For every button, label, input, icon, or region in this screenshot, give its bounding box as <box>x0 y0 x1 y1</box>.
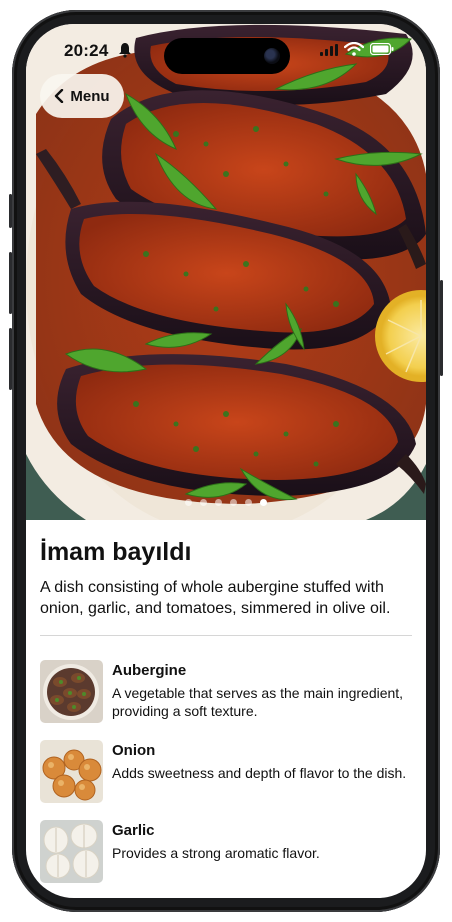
ingredient-item-onion[interactable]: Onion Adds sweetness and depth of flavor… <box>40 740 412 820</box>
carousel-dot[interactable] <box>260 499 267 506</box>
ingredient-description: Provides a strong aromatic flavor. <box>112 845 320 861</box>
volume-up-button <box>9 252 12 314</box>
ingredient-name: Onion <box>112 742 156 759</box>
carousel-page-indicator[interactable] <box>26 499 426 506</box>
ingredient-item-garlic[interactable]: Garlic Provides a strong aromatic flavor… <box>40 820 412 898</box>
back-to-menu-button[interactable]: Menu <box>40 74 124 118</box>
dish-details: İmam bayıldı A dish consisting of whole … <box>40 520 412 898</box>
volume-down-button <box>9 328 12 390</box>
aubergine-thumbnail <box>40 660 103 723</box>
ingredient-list: Aubergine A vegetable that serves as the… <box>40 660 412 898</box>
battery-icon <box>370 43 394 55</box>
ingredient-name: Garlic <box>112 822 155 839</box>
action-button <box>9 194 12 228</box>
wifi-icon <box>344 42 364 56</box>
ingredient-name: Aubergine <box>112 662 187 679</box>
screen: 20:24 Menu İmam bayıldı A dish consistin… <box>26 24 426 898</box>
carousel-dot[interactable] <box>200 499 207 506</box>
ingredient-item-aubergine[interactable]: Aubergine A vegetable that serves as the… <box>40 660 412 740</box>
ingredient-description: A vegetable that serves as the main ingr… <box>112 685 404 719</box>
status-time: 20:24 <box>64 41 109 60</box>
carousel-dot[interactable] <box>185 499 192 506</box>
carousel-dot[interactable] <box>245 499 252 506</box>
dish-photo[interactable]: 20:24 Menu <box>26 24 426 520</box>
silent-bell-icon <box>119 43 131 58</box>
dish-title: İmam bayıldı <box>40 538 192 566</box>
chevron-left-icon <box>55 89 64 103</box>
carousel-dot[interactable] <box>215 499 222 506</box>
cellular-signal-icon <box>320 44 338 56</box>
divider <box>40 635 412 636</box>
dish-description: A dish consisting of whole aubergine stu… <box>40 579 391 617</box>
carousel-dot[interactable] <box>230 499 237 506</box>
power-button <box>440 280 443 376</box>
front-camera-icon <box>264 48 280 64</box>
dynamic-island <box>164 38 290 74</box>
back-button-label: Menu <box>70 87 110 105</box>
onion-thumbnail <box>40 740 103 803</box>
garlic-thumbnail <box>40 820 103 883</box>
ingredient-description: Adds sweetness and depth of flavor to th… <box>112 765 407 781</box>
